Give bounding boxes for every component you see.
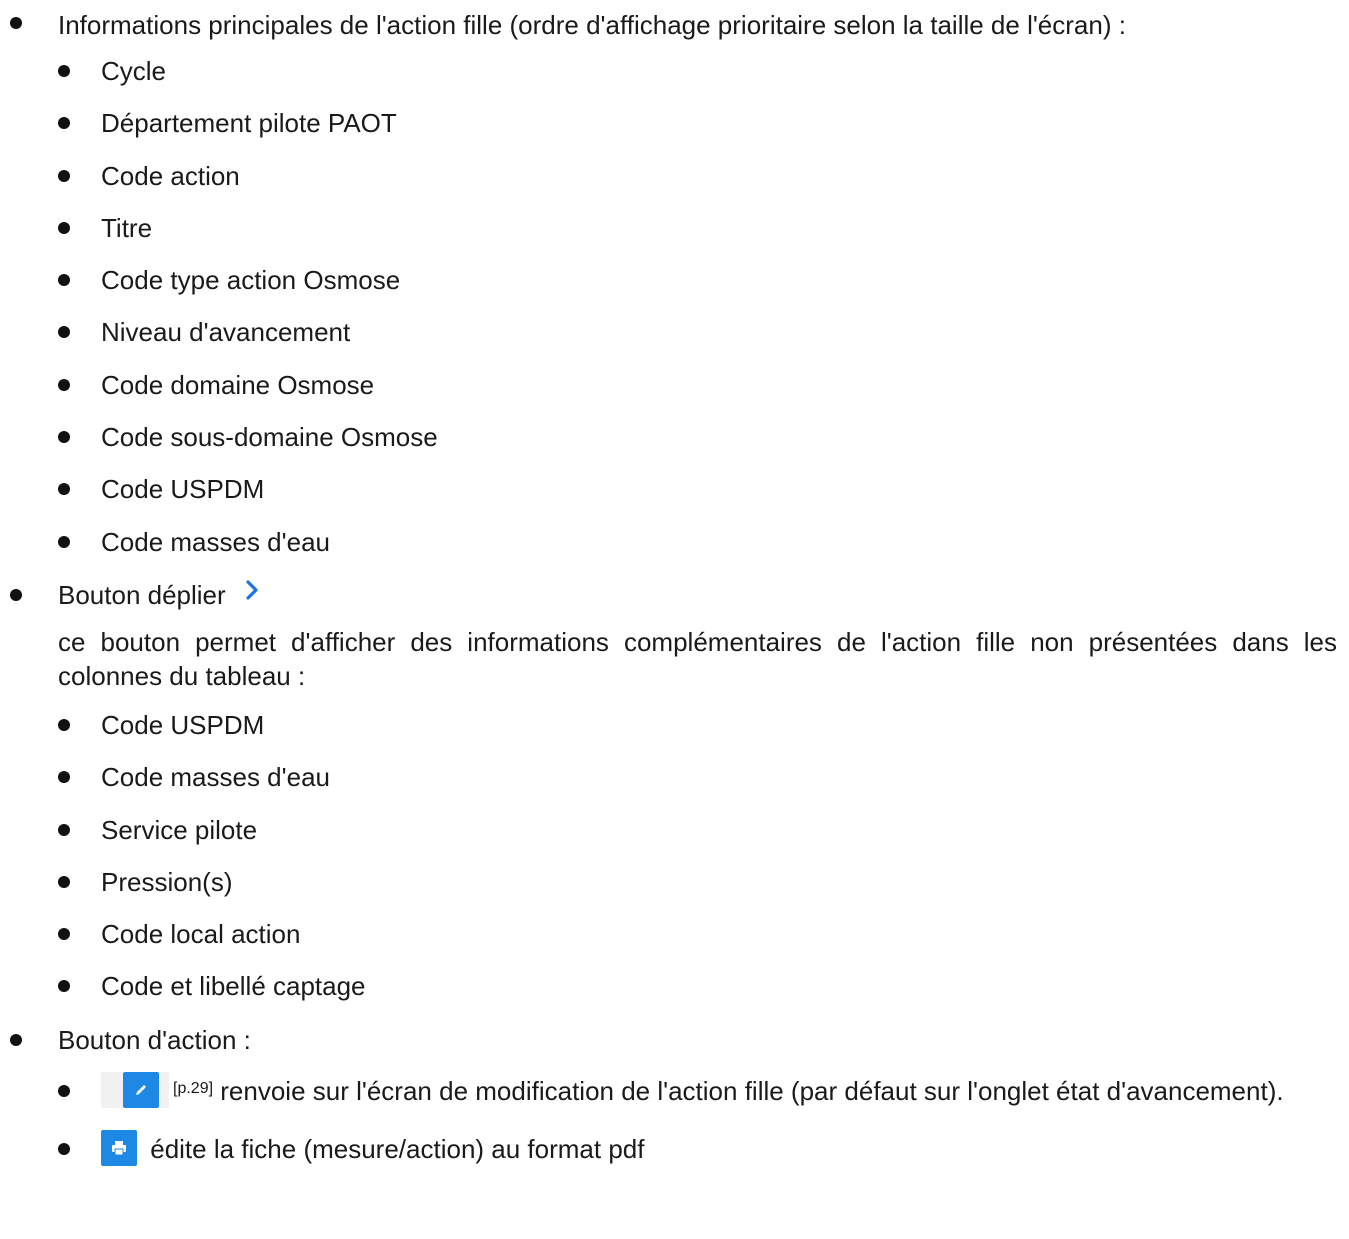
list-item-text: Code masses d'eau xyxy=(101,762,330,793)
print-description: édite la fiche (mesure/action) au format… xyxy=(150,1133,645,1164)
list-item-text: Code action xyxy=(101,160,240,191)
list-item-text: Code masses d'eau xyxy=(101,526,330,557)
list-item: Cycle xyxy=(58,51,1349,91)
expand-button-section: Bouton déplier ce bouton permet d'affich… xyxy=(0,574,1349,1006)
list-item: Code USPDM xyxy=(58,469,1349,509)
list-item: Niveau d'avancement xyxy=(58,312,1349,352)
bullet xyxy=(58,875,70,888)
bullet xyxy=(10,588,22,601)
edit-description: renvoie sur l'écran de modification de l… xyxy=(220,1075,1284,1106)
list-item: Code local action xyxy=(58,914,1349,954)
main-info-label: Informations principales de l'action fil… xyxy=(58,10,1126,40)
list-item: Code type action Osmose xyxy=(58,260,1349,300)
list-item-text: Code et libellé captage xyxy=(101,971,366,1002)
bullet xyxy=(58,980,70,993)
chevron-right-icon[interactable] xyxy=(244,571,260,613)
list-item-text: Service pilote xyxy=(101,814,258,845)
list-item: Pression(s) xyxy=(58,862,1349,902)
list-item-text: Cycle xyxy=(101,56,167,86)
list-item: Code sous-domaine Osmose xyxy=(58,417,1349,457)
main-list: Informations principales de l'action fil… xyxy=(0,0,1349,1169)
bullet xyxy=(58,117,70,130)
print-icon[interactable] xyxy=(101,1130,137,1166)
button-padding xyxy=(159,1071,169,1108)
bullet xyxy=(58,378,70,391)
button-padding xyxy=(101,1071,123,1108)
list-item-text: Code USPDM xyxy=(101,474,265,505)
page-reference[interactable]: [p.29] xyxy=(173,1080,213,1097)
bullet xyxy=(58,483,70,496)
bullet xyxy=(58,65,70,77)
bullet xyxy=(58,823,70,836)
list-item: Code masses d'eau xyxy=(58,757,1349,797)
list-item: Code masses d'eau xyxy=(58,522,1349,562)
expand-button-label-row: Bouton déplier xyxy=(58,574,1349,616)
list-item: Code USPDM xyxy=(58,705,1349,745)
list-item: Titre xyxy=(58,208,1349,248)
list-item-text: Département pilote PAOT xyxy=(101,108,397,139)
bullet xyxy=(58,326,70,339)
list-item: Code action xyxy=(58,156,1349,196)
bullet xyxy=(10,17,22,29)
bullet xyxy=(58,169,70,182)
bullet xyxy=(58,771,70,784)
main-info-list: Cycle Département pilote PAOT Code actio… xyxy=(58,51,1349,562)
list-item: Département pilote PAOT xyxy=(58,103,1349,143)
edit-pencil-icon[interactable] xyxy=(123,1071,159,1108)
list-item-text: Pression(s) xyxy=(101,866,233,897)
list-item: édite la fiche (mesure/action) au format… xyxy=(58,1129,1349,1169)
list-item: Service pilote xyxy=(58,810,1349,850)
list-item-text: Code type action Osmose xyxy=(101,265,401,296)
list-item-text: Code sous-domaine Osmose xyxy=(101,422,438,453)
list-item-text: Code local action xyxy=(101,919,301,950)
list-item-text: Code USPDM xyxy=(101,709,265,740)
action-button-section: Bouton d'action : [p.29] renvoie sur l'é… xyxy=(0,1019,1349,1169)
expand-button-list: Code USPDM Code masses d'eau Service pil… xyxy=(58,705,1349,1006)
bullet xyxy=(58,718,70,731)
list-item: Code et libellé captage xyxy=(58,966,1349,1006)
expand-button-description: ce bouton permet d'afficher des informat… xyxy=(58,626,1337,691)
list-item-text: Code domaine Osmose xyxy=(101,369,375,400)
list-item-text: Titre xyxy=(101,212,153,243)
action-button-list: [p.29] renvoie sur l'écran de modificati… xyxy=(58,1071,1349,1169)
list-item: Code domaine Osmose xyxy=(58,365,1349,405)
main-info-section: Informations principales de l'action fil… xyxy=(0,0,1349,562)
bullet xyxy=(58,274,70,287)
document-body: Informations principales de l'action fil… xyxy=(0,0,1349,1181)
bullet xyxy=(10,1033,22,1046)
bullet xyxy=(58,221,70,234)
bullet xyxy=(58,1142,70,1155)
action-button-label: Bouton d'action : xyxy=(58,1024,251,1055)
bullet xyxy=(58,431,70,444)
expand-button-label: Bouton déplier xyxy=(58,579,226,610)
list-item: [p.29] renvoie sur l'écran de modificati… xyxy=(58,1071,1349,1111)
bullet xyxy=(58,535,70,548)
list-item-text: Niveau d'avancement xyxy=(101,317,351,348)
bullet xyxy=(58,928,70,941)
bullet xyxy=(58,1084,70,1097)
